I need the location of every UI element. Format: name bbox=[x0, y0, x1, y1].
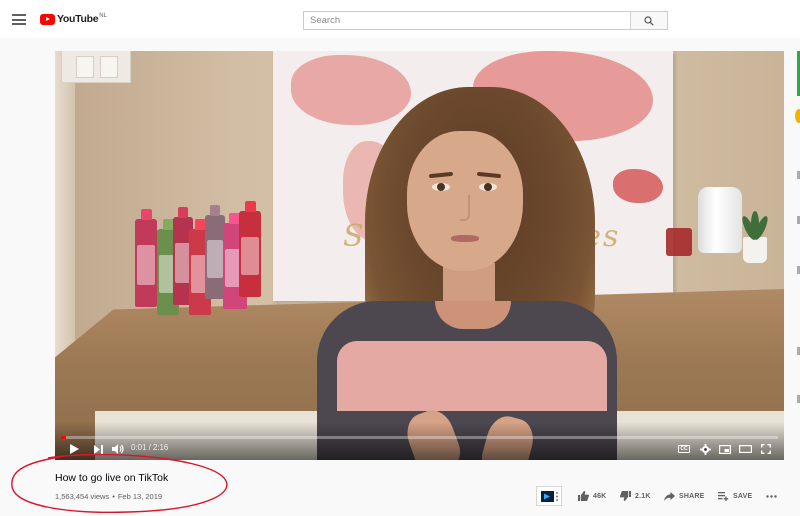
like-count: 46K bbox=[593, 492, 607, 500]
red-circle-annotation bbox=[11, 453, 228, 513]
settings-icon bbox=[699, 443, 711, 455]
dislike-count: 2.1K bbox=[635, 492, 651, 500]
like-button[interactable]: 46K bbox=[578, 488, 606, 504]
video-bottle bbox=[135, 219, 157, 307]
youtube-logo[interactable]: YouTube NL bbox=[40, 12, 107, 28]
video-player[interactable]: S laces bbox=[55, 51, 784, 460]
video-person-face bbox=[407, 131, 523, 271]
current-time: 0:01 bbox=[131, 443, 147, 452]
thumbs-up-icon bbox=[578, 491, 589, 501]
theater-mode-button[interactable] bbox=[738, 442, 752, 456]
save-icon bbox=[718, 491, 729, 501]
thumbs-down-icon bbox=[620, 491, 631, 501]
duration: 2:16 bbox=[152, 443, 169, 452]
top-bar: YouTube NL bbox=[0, 0, 800, 38]
cc-icon: CC bbox=[678, 445, 690, 453]
share-button[interactable]: SHARE bbox=[664, 488, 705, 504]
map-script-left: S bbox=[343, 219, 366, 254]
meta-dot: • bbox=[112, 492, 115, 501]
video-plant bbox=[739, 211, 771, 263]
settings-button[interactable] bbox=[698, 442, 712, 456]
video-bottle bbox=[205, 215, 225, 299]
video-meta: 1,563,454 views • Feb 13, 2019 bbox=[55, 492, 162, 501]
extension-icon bbox=[540, 490, 554, 502]
youtube-logo-icon bbox=[40, 14, 55, 25]
theater-icon bbox=[738, 445, 752, 453]
video-candle bbox=[666, 228, 692, 256]
search-input[interactable] bbox=[304, 12, 630, 29]
menu-icon[interactable] bbox=[12, 14, 26, 25]
fullscreen-button[interactable] bbox=[759, 442, 773, 456]
miniplayer-icon bbox=[719, 444, 731, 454]
video-light-switch bbox=[61, 51, 131, 83]
sidebar-edge bbox=[795, 51, 800, 460]
miniplayer-button[interactable] bbox=[718, 442, 732, 456]
share-icon bbox=[664, 491, 675, 501]
dislike-button[interactable]: 2.1K bbox=[620, 488, 651, 504]
video-vase bbox=[698, 187, 742, 253]
save-button[interactable]: SAVE bbox=[718, 488, 752, 504]
more-icon bbox=[766, 494, 777, 498]
time-separator: / bbox=[148, 443, 151, 452]
logo-region: NL bbox=[99, 13, 107, 19]
video-bottle bbox=[239, 211, 261, 297]
progress-bar[interactable] bbox=[61, 436, 778, 439]
fullscreen-icon bbox=[761, 444, 771, 454]
more-vertical-icon bbox=[555, 491, 558, 501]
save-label: SAVE bbox=[733, 492, 753, 500]
view-count: 1,563,454 views bbox=[55, 492, 110, 501]
extension-button[interactable] bbox=[536, 486, 562, 506]
video-title: How to go live on TikTok bbox=[55, 472, 169, 484]
search-box bbox=[303, 11, 668, 30]
search-icon bbox=[644, 15, 654, 26]
progress-fill bbox=[61, 436, 67, 439]
share-label: SHARE bbox=[679, 492, 705, 500]
time-display: 0:01 / 2:16 bbox=[131, 443, 168, 452]
more-actions-button[interactable] bbox=[766, 488, 777, 504]
search-button[interactable] bbox=[630, 12, 667, 29]
upload-date: Feb 13, 2019 bbox=[117, 492, 163, 501]
subtitles-button[interactable]: CC bbox=[676, 442, 692, 456]
logo-text: YouTube bbox=[57, 13, 99, 25]
